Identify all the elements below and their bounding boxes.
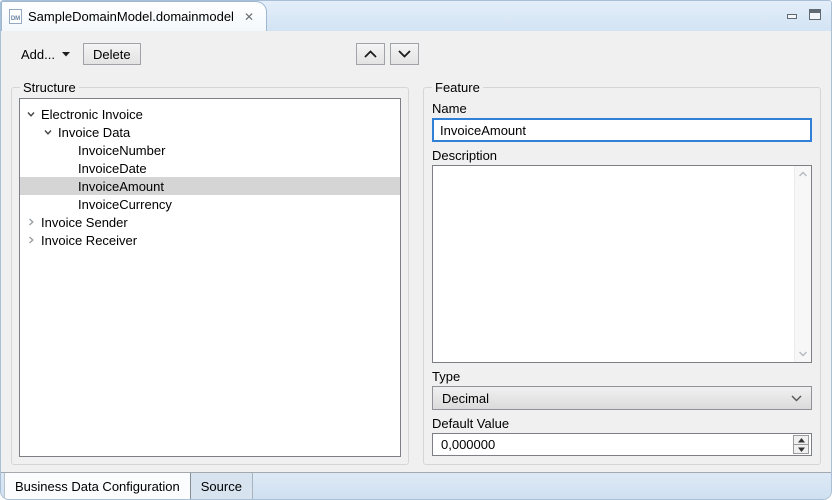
tree-item-invoiceamount[interactable]: InvoiceAmount bbox=[20, 177, 400, 195]
dropdown-arrow-icon bbox=[62, 52, 71, 57]
editor-window: DM SampleDomainModel.domainmodel ✕ Add..… bbox=[0, 0, 832, 500]
add-button[interactable]: Add... bbox=[11, 43, 81, 65]
move-up-icon bbox=[363, 49, 378, 59]
description-textarea[interactable] bbox=[432, 165, 812, 363]
add-button-label: Add... bbox=[21, 47, 55, 62]
delete-button-label: Delete bbox=[93, 47, 131, 62]
editor-tab-strip: DM SampleDomainModel.domainmodel ✕ bbox=[1, 1, 831, 31]
editor-body: Structure Electronic Invoice Invoice Dat… bbox=[1, 87, 831, 465]
tree-collapsed-icon[interactable] bbox=[24, 233, 38, 247]
default-value-spinner[interactable]: 0,000000 bbox=[432, 433, 812, 456]
description-label: Description bbox=[432, 147, 812, 165]
structure-group-label: Structure bbox=[20, 79, 79, 96]
domainmodel-file-icon: DM bbox=[9, 9, 22, 24]
close-icon[interactable]: ✕ bbox=[244, 10, 254, 24]
bottom-tab-strip: Business Data Configuration Source bbox=[1, 472, 831, 499]
combo-arrow-icon bbox=[791, 395, 802, 402]
tree-item-invoicenumber[interactable]: InvoiceNumber bbox=[20, 141, 400, 159]
tab-source[interactable]: Source bbox=[191, 473, 253, 499]
tree-item-invoicecurrency[interactable]: InvoiceCurrency bbox=[20, 195, 400, 213]
move-down-button[interactable] bbox=[390, 43, 419, 65]
spinner-down-icon bbox=[798, 447, 805, 452]
spinner-buttons bbox=[793, 435, 809, 454]
feature-group-label: Feature bbox=[432, 79, 483, 96]
tree-item-invoice-sender[interactable]: Invoice Sender bbox=[20, 213, 400, 231]
move-up-button[interactable] bbox=[356, 43, 385, 65]
toolbar: Add... Delete bbox=[1, 32, 831, 76]
default-value-text: 0,000000 bbox=[441, 437, 495, 452]
editor-tab-title: SampleDomainModel.domainmodel bbox=[28, 9, 234, 24]
scroll-down-icon[interactable] bbox=[798, 350, 808, 358]
editor-tab[interactable]: DM SampleDomainModel.domainmodel ✕ bbox=[1, 1, 267, 31]
tree-collapsed-icon[interactable] bbox=[24, 215, 38, 229]
view-window-buttons bbox=[787, 9, 821, 20]
spinner-up-icon bbox=[798, 438, 805, 443]
structure-tree: Electronic Invoice Invoice Data InvoiceN… bbox=[19, 98, 401, 457]
tree-item-electronic-invoice[interactable]: Electronic Invoice bbox=[20, 105, 400, 123]
delete-button[interactable]: Delete bbox=[83, 43, 141, 65]
spinner-down-button[interactable] bbox=[794, 445, 808, 453]
structure-group: Structure Electronic Invoice Invoice Dat… bbox=[11, 87, 409, 465]
type-label: Type bbox=[432, 368, 812, 386]
minimize-icon[interactable] bbox=[787, 14, 797, 19]
tree-item-invoice-receiver[interactable]: Invoice Receiver bbox=[20, 231, 400, 249]
move-down-icon bbox=[397, 49, 412, 59]
name-input[interactable]: InvoiceAmount bbox=[432, 118, 812, 142]
tree-item-invoicedate[interactable]: InvoiceDate bbox=[20, 159, 400, 177]
feature-form: Name InvoiceAmount Description Type Deci… bbox=[432, 100, 812, 456]
name-input-value: InvoiceAmount bbox=[440, 123, 526, 138]
type-dropdown-value: Decimal bbox=[442, 391, 489, 406]
type-dropdown[interactable]: Decimal bbox=[432, 386, 812, 410]
tree-expanded-icon[interactable] bbox=[24, 107, 38, 121]
scroll-up-icon[interactable] bbox=[798, 170, 808, 178]
default-value-label: Default Value bbox=[432, 415, 812, 433]
tab-business-data-configuration[interactable]: Business Data Configuration bbox=[4, 473, 191, 499]
description-scrollbar[interactable] bbox=[794, 166, 811, 362]
spinner-up-button[interactable] bbox=[794, 436, 808, 445]
tree-item-invoice-data[interactable]: Invoice Data bbox=[20, 123, 400, 141]
tree-expanded-icon[interactable] bbox=[41, 125, 55, 139]
maximize-icon[interactable] bbox=[809, 9, 821, 20]
name-label: Name bbox=[432, 100, 812, 118]
feature-group: Feature Name InvoiceAmount Description T… bbox=[423, 87, 821, 465]
